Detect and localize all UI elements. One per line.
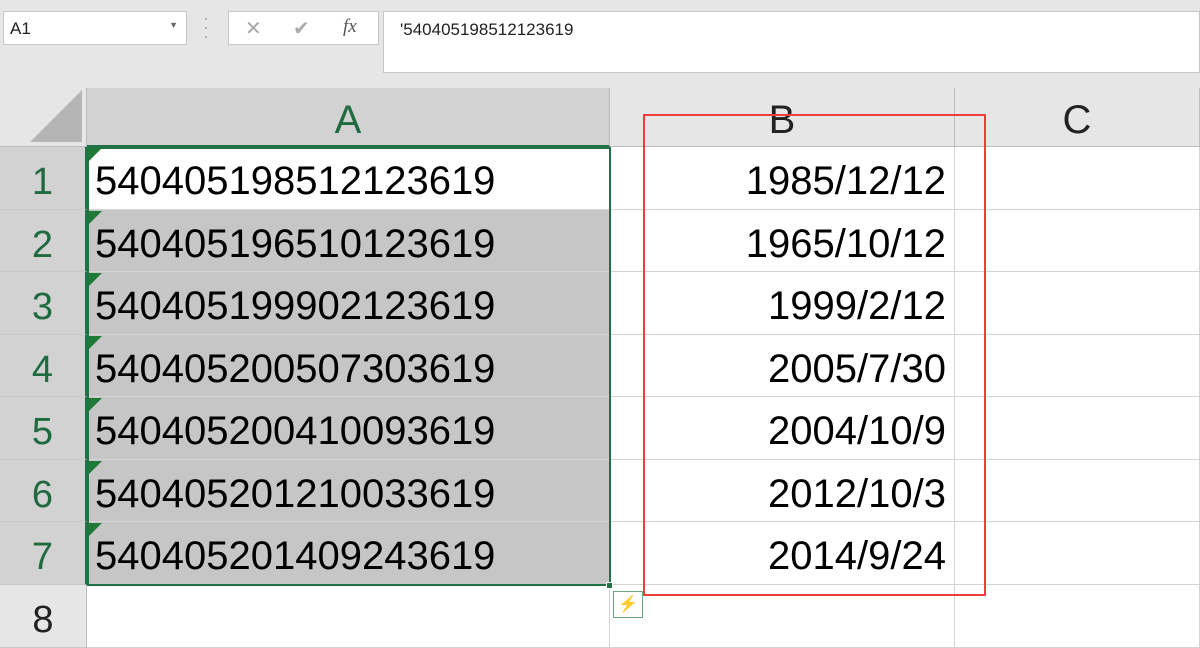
fill-handle[interactable] bbox=[606, 582, 613, 589]
name-box[interactable]: A1 ▼ bbox=[3, 11, 187, 45]
column-header-c[interactable]: C bbox=[955, 88, 1200, 147]
cell-a[interactable]: 540405200410093619 bbox=[87, 397, 610, 460]
name-box-value: A1 bbox=[10, 19, 31, 38]
cell-a-value: 540405196510123619 bbox=[95, 222, 496, 266]
cell-a[interactable] bbox=[87, 585, 610, 648]
quick-analysis-icon[interactable]: ⚡ bbox=[613, 591, 643, 618]
error-indicator-icon[interactable] bbox=[89, 273, 102, 286]
cell-a-value: 540405201409243619 bbox=[95, 534, 496, 578]
cell-a-value: 540405200507303619 bbox=[95, 347, 496, 391]
cell-a[interactable]: 540405201409243619 bbox=[87, 522, 610, 585]
row-header[interactable]: 6 bbox=[0, 460, 87, 522]
row-header[interactable]: 1 bbox=[0, 147, 87, 210]
cell-b[interactable]: 2014/9/24 bbox=[610, 522, 955, 585]
error-indicator-icon[interactable] bbox=[89, 398, 102, 411]
formula-buttons: ✕ ✔ fx bbox=[228, 11, 379, 45]
cell-a-value: 540405201210033619 bbox=[95, 472, 496, 516]
row-header[interactable]: 7 bbox=[0, 522, 87, 585]
cell-c[interactable] bbox=[955, 210, 1200, 272]
cell-a[interactable]: 540405200507303619 bbox=[87, 335, 610, 397]
chevron-down-icon[interactable]: ▼ bbox=[169, 20, 178, 30]
cell-b[interactable]: 1999/2/12 bbox=[610, 272, 955, 335]
row-header[interactable]: 8 bbox=[0, 585, 87, 648]
enter-check-icon[interactable]: ✔ bbox=[293, 16, 310, 41]
insert-function-icon[interactable]: fx bbox=[343, 16, 357, 38]
cell-b[interactable]: 2005/7/30 bbox=[610, 335, 955, 397]
cell-a-value: 540405198512123619 bbox=[95, 159, 496, 203]
error-indicator-icon[interactable] bbox=[89, 523, 102, 536]
cell-c[interactable] bbox=[955, 147, 1200, 210]
cell-b[interactable]: 2004/10/9 bbox=[610, 397, 955, 460]
cell-c[interactable] bbox=[955, 335, 1200, 397]
cell-c[interactable] bbox=[955, 460, 1200, 522]
formula-bar-area: A1 ▼ · · · ✕ ✔ fx '540405198512123619 bbox=[0, 0, 1200, 88]
cell-a[interactable]: 540405196510123619 bbox=[87, 210, 610, 272]
column-header-b[interactable]: B bbox=[610, 88, 955, 147]
cell-a-value: 540405200410093619 bbox=[95, 409, 496, 453]
cell-a[interactable]: 540405198512123619 bbox=[87, 147, 610, 210]
cell-c[interactable] bbox=[955, 272, 1200, 335]
drag-handle-icon[interactable]: · · · bbox=[202, 9, 210, 45]
cell-b[interactable]: 2012/10/3 bbox=[610, 460, 955, 522]
cell-b[interactable] bbox=[610, 585, 955, 648]
cell-c[interactable] bbox=[955, 397, 1200, 460]
row-header[interactable]: 3 bbox=[0, 272, 87, 335]
cell-a[interactable]: 540405201210033619 bbox=[87, 460, 610, 522]
cell-c[interactable] bbox=[955, 522, 1200, 585]
column-header-a[interactable]: A bbox=[87, 88, 610, 147]
error-indicator-icon[interactable] bbox=[89, 336, 102, 349]
select-all-button[interactable] bbox=[0, 88, 87, 147]
cell-b[interactable]: 1965/10/12 bbox=[610, 210, 955, 272]
error-indicator-icon[interactable] bbox=[89, 461, 102, 474]
formula-input[interactable]: '540405198512123619 bbox=[383, 11, 1200, 73]
error-indicator-icon[interactable] bbox=[89, 148, 102, 161]
cancel-icon[interactable]: ✕ bbox=[245, 16, 262, 41]
error-indicator-icon[interactable] bbox=[89, 211, 102, 224]
row-header[interactable]: 2 bbox=[0, 210, 87, 272]
row-header[interactable]: 4 bbox=[0, 335, 87, 397]
cell-b[interactable]: 1985/12/12 bbox=[610, 147, 955, 210]
cell-a-value: 540405199902123619 bbox=[95, 284, 496, 328]
row-header[interactable]: 5 bbox=[0, 397, 87, 460]
cell-a[interactable]: 540405199902123619 bbox=[87, 272, 610, 335]
cell-c[interactable] bbox=[955, 585, 1200, 648]
